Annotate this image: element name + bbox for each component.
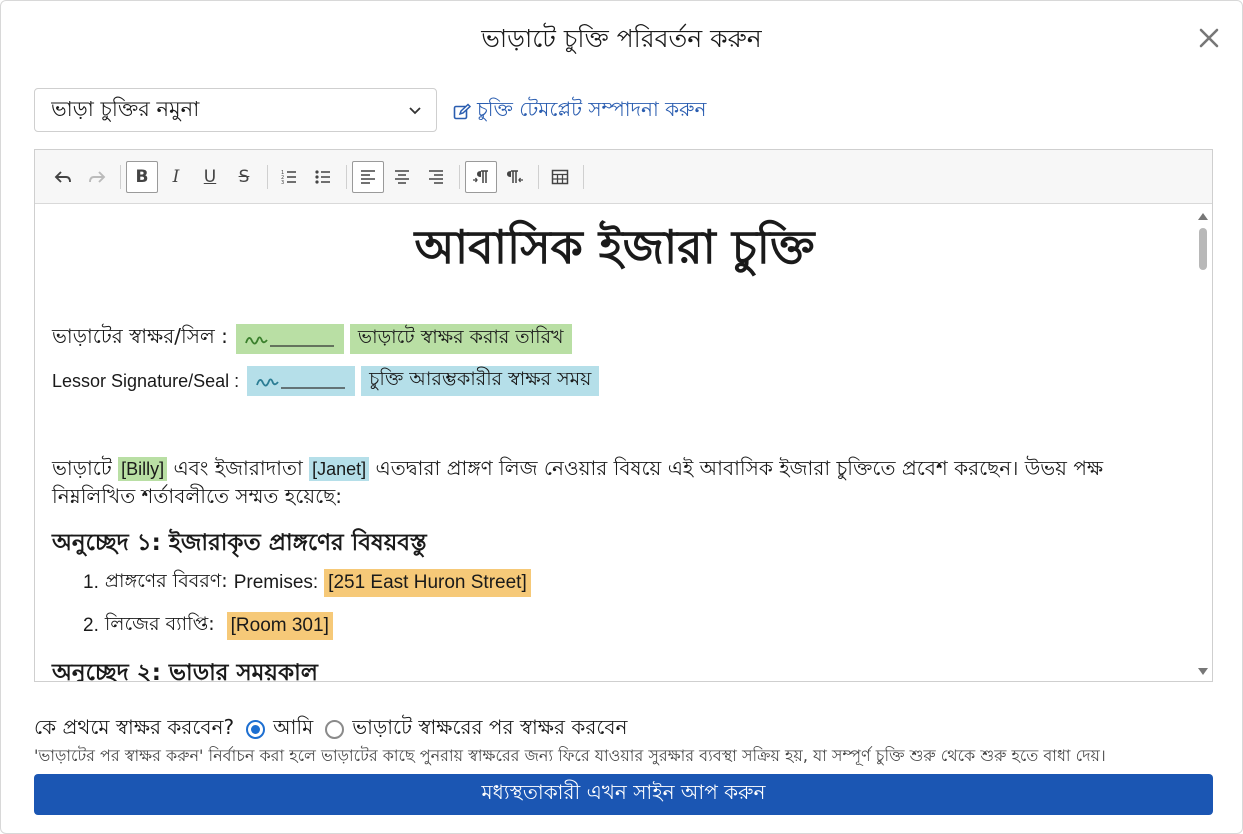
radio-me[interactable] bbox=[246, 720, 266, 739]
ordered-list-button[interactable]: 123 bbox=[273, 161, 305, 193]
list-item-number: 1. bbox=[83, 572, 99, 593]
editor-scrollbar[interactable] bbox=[1194, 205, 1212, 681]
tenant-signature-line: ভাড়াটের স্বাক্ষর/সিল : ভাড়াটে স্বাক্ষর… bbox=[52, 322, 572, 355]
editor-toolbar: B I U S 123 bbox=[35, 150, 1212, 204]
lease-room-tag[interactable]: [Room 301] bbox=[226, 612, 333, 640]
chevron-down-icon bbox=[409, 107, 421, 115]
lessor-signature-label: Lessor Signature/Seal : bbox=[52, 370, 240, 391]
align-center-button[interactable] bbox=[386, 161, 418, 193]
lessor-signature-field[interactable] bbox=[247, 366, 356, 396]
list-item-number: 2. bbox=[83, 615, 99, 636]
underline-icon: U bbox=[203, 166, 217, 187]
undo-icon bbox=[54, 170, 71, 183]
signing-order-question: কে প্রথমে স্বাক্ষর করবেন? bbox=[34, 715, 235, 739]
bullet-list-icon bbox=[315, 169, 330, 184]
italic-button[interactable]: I bbox=[160, 161, 192, 193]
modal-title: ভাড়াটে চুক্তি পরিবর্তন করুন bbox=[481, 24, 762, 53]
sign-up-now-button[interactable]: মধ্যস্থতাকারী এখন সাইন আপ করুন bbox=[34, 774, 1213, 815]
strikethrough-icon: S bbox=[238, 166, 250, 187]
signature-icon bbox=[256, 378, 346, 389]
align-right-button[interactable] bbox=[420, 161, 452, 193]
bold-button[interactable]: B bbox=[126, 160, 158, 193]
toolbar-divider bbox=[538, 164, 539, 189]
rtl-paragraph-icon bbox=[507, 169, 523, 183]
signing-order-row: কে প্রথমে স্বাক্ষর করবেন? আমি ভাড়াটে স্… bbox=[34, 713, 627, 746]
toolbar-divider bbox=[120, 164, 121, 189]
list-item-latin-label: Premises: bbox=[233, 572, 319, 593]
radio-after-tenant[interactable] bbox=[325, 720, 345, 739]
strikethrough-button[interactable]: S bbox=[228, 161, 260, 193]
tenant-signature-field[interactable] bbox=[235, 323, 344, 354]
signature-icon bbox=[245, 336, 334, 347]
close-icon bbox=[1199, 28, 1219, 48]
lessor-time-tag[interactable]: চুক্তি আরম্ভকারীর স্বাক্ষর সময় bbox=[361, 366, 600, 396]
toolbar-divider bbox=[267, 164, 268, 189]
list-item: 2. লিজের ব্যাপ্তি: [Room 301] bbox=[83, 610, 333, 642]
toolbar-divider bbox=[346, 164, 347, 189]
document-title: আবাসিক ইজারা চুক্তি bbox=[414, 220, 815, 274]
align-center-icon bbox=[395, 169, 409, 184]
redo-icon bbox=[89, 170, 106, 183]
list-item-label: লিজের ব্যাপ্তি: bbox=[104, 613, 215, 635]
italic-icon: I bbox=[172, 166, 180, 187]
close-button[interactable] bbox=[1196, 25, 1222, 51]
radio-after-tenant-label[interactable]: ভাড়াটে স্বাক্ষরের পর স্বাক্ষর করবেন bbox=[352, 713, 627, 746]
align-left-icon bbox=[361, 169, 375, 184]
tenant-name-tag[interactable]: [Billy] bbox=[118, 457, 168, 481]
toolbar-divider bbox=[459, 164, 460, 189]
undo-button[interactable] bbox=[47, 161, 79, 193]
ltr-direction-button[interactable] bbox=[465, 160, 497, 193]
tenant-date-tag[interactable]: ভাড়াটে স্বাক্ষর করার তারিখ bbox=[349, 323, 572, 354]
signing-order-hint: 'ভাড়াটের পর স্বাক্ষর করুন' নির্বাচন করা… bbox=[34, 746, 1106, 765]
toolbar-divider bbox=[583, 164, 584, 189]
bold-icon: B bbox=[135, 166, 149, 187]
list-item-label: প্রাঙ্গণের বিবরণ: bbox=[104, 570, 228, 592]
edit-template-link[interactable]: চুক্তি টেমপ্লেট সম্পাদনা করুন bbox=[453, 95, 706, 128]
intro-text-2: এবং ইজারাদাতা bbox=[173, 456, 303, 480]
align-right-icon bbox=[429, 169, 443, 184]
document-content[interactable]: আবাসিক ইজারা চুক্তি ভাড়াটের স্বাক্ষর/সি… bbox=[35, 205, 1194, 681]
redo-button[interactable] bbox=[81, 161, 113, 193]
rtl-direction-button[interactable] bbox=[499, 161, 531, 193]
insert-table-button[interactable] bbox=[544, 161, 576, 193]
intro-paragraph: ভাড়াটে [Billy] এবং ইজারাদাতা [Janet] এত… bbox=[52, 455, 1154, 510]
scroll-down-icon[interactable] bbox=[1197, 667, 1209, 677]
template-select-value: ভাড়া চুক্তির নমুনা bbox=[51, 96, 200, 121]
edit-template-label: চুক্তি টেমপ্লেট সম্পাদনা করুন bbox=[477, 97, 707, 121]
rich-text-editor: B I U S 123 আবাসিক ইজারা চুক্তি ভাড়াটের… bbox=[34, 149, 1213, 682]
svg-text:3: 3 bbox=[281, 180, 284, 186]
lessor-name-tag[interactable]: [Janet] bbox=[309, 457, 370, 481]
section-1-heading: অনুচ্ছেদ ১: ইজারাকৃত প্রাঙ্গণের বিষয়বস্… bbox=[52, 530, 427, 556]
lessor-signature-line: Lessor Signature/Seal : চুক্তি আরম্ভকারী… bbox=[52, 366, 600, 396]
section-2-heading: অনুচ্ছেদ ২: ভাড়ার সময়কাল bbox=[52, 660, 318, 681]
radio-me-label[interactable]: আমি bbox=[273, 713, 313, 746]
template-select[interactable]: ভাড়া চুক্তির নমুনা bbox=[34, 88, 437, 132]
align-left-button[interactable] bbox=[352, 160, 384, 193]
tenant-signature-label: ভাড়াটের স্বাক্ষর/সিল : bbox=[52, 324, 228, 348]
intro-text-1: ভাড়াটে bbox=[52, 456, 112, 480]
edit-contract-modal: ভাড়াটে চুক্তি পরিবর্তন করুন ভাড়া চুক্ত… bbox=[0, 0, 1243, 834]
ordered-list-icon: 123 bbox=[281, 170, 296, 186]
underline-button[interactable]: U bbox=[194, 161, 226, 193]
premises-address-tag[interactable]: [251 East Huron Street] bbox=[324, 569, 531, 597]
table-icon bbox=[551, 169, 569, 184]
ltr-paragraph-icon bbox=[473, 169, 488, 183]
edit-icon bbox=[453, 102, 471, 119]
scroll-up-icon[interactable] bbox=[1197, 211, 1209, 221]
scroll-thumb[interactable] bbox=[1199, 228, 1207, 270]
bullet-list-button[interactable] bbox=[307, 161, 339, 193]
list-item: 1. প্রাঙ্গণের বিবরণ: Premises: [251 East… bbox=[83, 567, 531, 599]
